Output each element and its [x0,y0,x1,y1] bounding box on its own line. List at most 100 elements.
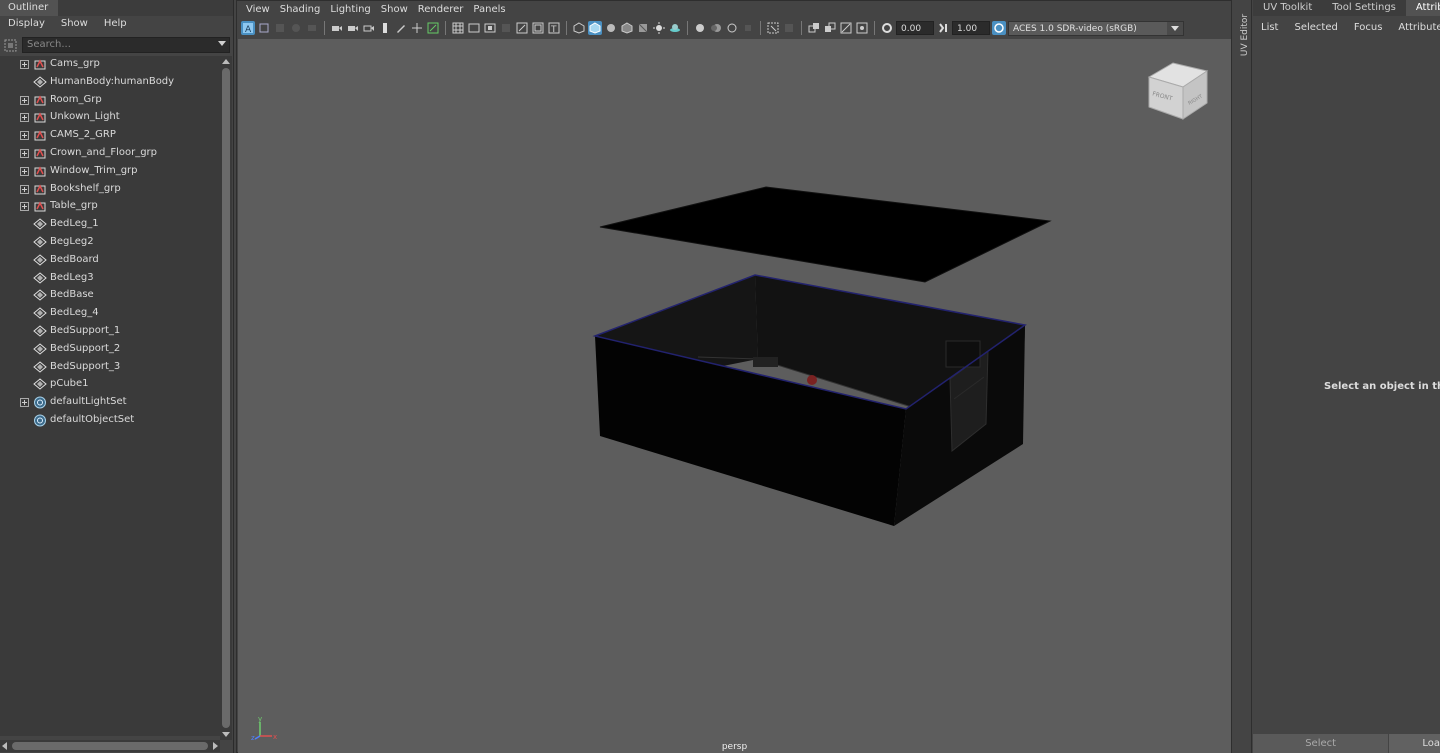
scroll-left-icon[interactable] [2,742,7,750]
uv-editor-tab-strip[interactable]: UV Editor [1234,0,1252,753]
menu-lighting[interactable]: Lighting [325,1,375,18]
outliner-tab[interactable]: Outliner [0,0,58,16]
field-chart-icon[interactable] [515,21,529,35]
load-attributes-button[interactable]: Loa [1389,734,1440,753]
chevron-down-icon[interactable] [1167,21,1183,35]
outliner-item[interactable]: Table_grp [0,198,220,215]
outliner-item[interactable]: BedLeg_4 [0,305,220,322]
isolate-select-icon[interactable] [766,21,780,35]
expand-icon[interactable] [20,149,29,158]
tab-uv-toolkit[interactable]: UV Toolkit [1253,0,1322,16]
outliner-item[interactable]: HumanBody:humanBody [0,74,220,91]
grease-pencil-icon[interactable] [394,21,408,35]
search-input[interactable]: Search... [22,37,230,53]
hscroll-thumb[interactable] [12,742,208,750]
outliner-item[interactable]: Crown_and_Floor_grp [0,145,220,162]
expand-icon[interactable] [20,131,29,141]
expand-icon[interactable] [20,202,29,212]
outliner-item[interactable]: BedBoard [0,252,220,269]
bookmark-icon[interactable] [273,21,287,35]
outliner-item[interactable]: BedLeg_1 [0,216,220,233]
search-dropdown-icon[interactable] [218,41,226,46]
grid-icon[interactable] [451,21,465,35]
gamma-field[interactable]: 1.00 [952,21,990,35]
expand-icon[interactable] [20,113,29,123]
select-camera-icon[interactable]: A [241,21,255,35]
default-material-icon[interactable] [604,21,618,35]
film-gate-icon[interactable] [467,21,481,35]
xray-active-icon[interactable] [823,21,837,35]
menu-selected[interactable]: Selected [1286,20,1345,36]
outliner-item[interactable]: BedBase [0,287,220,304]
menu-focus[interactable]: Focus [1346,20,1391,36]
menu-renderer[interactable]: Renderer [413,1,469,18]
gate-mask-icon[interactable] [499,21,513,35]
scroll-up-icon[interactable] [222,59,230,64]
uv-editor-tab[interactable]: UV Editor [1240,14,1250,56]
gamma-icon[interactable] [936,21,950,35]
color-management-icon[interactable] [855,21,869,35]
menu-list[interactable]: List [1253,20,1286,36]
tab-attribute-editor[interactable]: Attrib [1405,0,1440,16]
wireframe-icon[interactable] [572,21,586,35]
expand-icon[interactable] [20,166,29,176]
outliner-item[interactable]: BedSupport_3 [0,359,220,376]
wireframe-on-shaded-icon[interactable] [620,21,634,35]
outliner-item[interactable]: pCube1 [0,376,220,393]
outliner-item[interactable]: BedLeg3 [0,270,220,287]
use-all-lights-icon[interactable] [652,21,666,35]
outliner-item[interactable]: defaultLightSet [0,394,220,411]
2d-pan-icon[interactable] [305,21,319,35]
xray-icon[interactable] [782,21,796,35]
menu-display[interactable]: Display [0,16,53,32]
video-camera-icon[interactable] [330,21,344,35]
outliner-item[interactable]: defaultObjectSet [0,412,220,429]
menu-show[interactable]: Show [376,1,413,18]
shadows-icon[interactable] [668,21,682,35]
exposure-icon[interactable] [880,21,894,35]
outliner-item[interactable]: Bookshelf_grp [0,181,220,198]
outliner-item[interactable]: CAMS_2_GRP [0,127,220,144]
resolution-gate-icon[interactable] [483,21,497,35]
bookmark-flag-icon[interactable] [378,21,392,35]
camera-attributes-icon[interactable] [257,21,271,35]
scene-render[interactable]: FRONT RIGHT y x z [238,39,1231,753]
textured-icon[interactable] [636,21,650,35]
backface-culling-icon[interactable] [839,21,853,35]
safe-action-icon[interactable] [531,21,545,35]
viewport-canvas[interactable]: FRONT RIGHT y x z persp [238,39,1231,753]
outliner-item[interactable]: Room_Grp [0,92,220,109]
menu-shading[interactable]: Shading [275,1,326,18]
filter-icon[interactable] [2,37,18,53]
outliner-item[interactable]: BegLeg2 [0,234,220,251]
view-transform-icon[interactable] [992,21,1006,35]
move-pivot-icon[interactable] [410,21,424,35]
screen-space-ao-icon[interactable] [693,21,707,35]
menu-help[interactable]: Help [96,16,135,32]
camera-sequence-icon[interactable] [346,21,360,35]
scroll-down-icon[interactable] [222,732,230,737]
smooth-shade-icon[interactable] [588,21,602,35]
horizontal-scrollbar[interactable] [0,740,220,752]
vertical-scrollbar[interactable] [220,56,232,740]
tab-tool-settings[interactable]: Tool Settings [1322,0,1406,16]
menu-attributes[interactable]: Attributes [1390,20,1440,36]
expand-icon[interactable] [20,184,29,194]
menu-show[interactable]: Show [53,16,96,32]
scroll-thumb[interactable] [222,68,230,728]
menu-view[interactable]: View [241,1,275,18]
select-button[interactable]: Select [1253,734,1389,753]
outliner-item[interactable]: Cams_grp [0,56,220,73]
outliner-item[interactable]: BedSupport_1 [0,323,220,340]
safe-title-icon[interactable]: T [547,21,561,35]
multisample-aa-icon[interactable] [725,21,739,35]
exposure-field[interactable]: 0.00 [896,21,934,35]
expand-icon[interactable] [20,398,29,408]
line-tool-icon[interactable] [426,21,440,35]
image-plane-icon[interactable] [289,21,303,35]
color-space-dropdown[interactable]: ACES 1.0 SDR-video (sRGB) [1008,20,1184,36]
expand-icon[interactable] [20,95,29,105]
motion-blur-icon[interactable] [709,21,723,35]
scroll-right-icon[interactable] [213,742,218,750]
camera-tools-icon[interactable] [362,21,376,35]
